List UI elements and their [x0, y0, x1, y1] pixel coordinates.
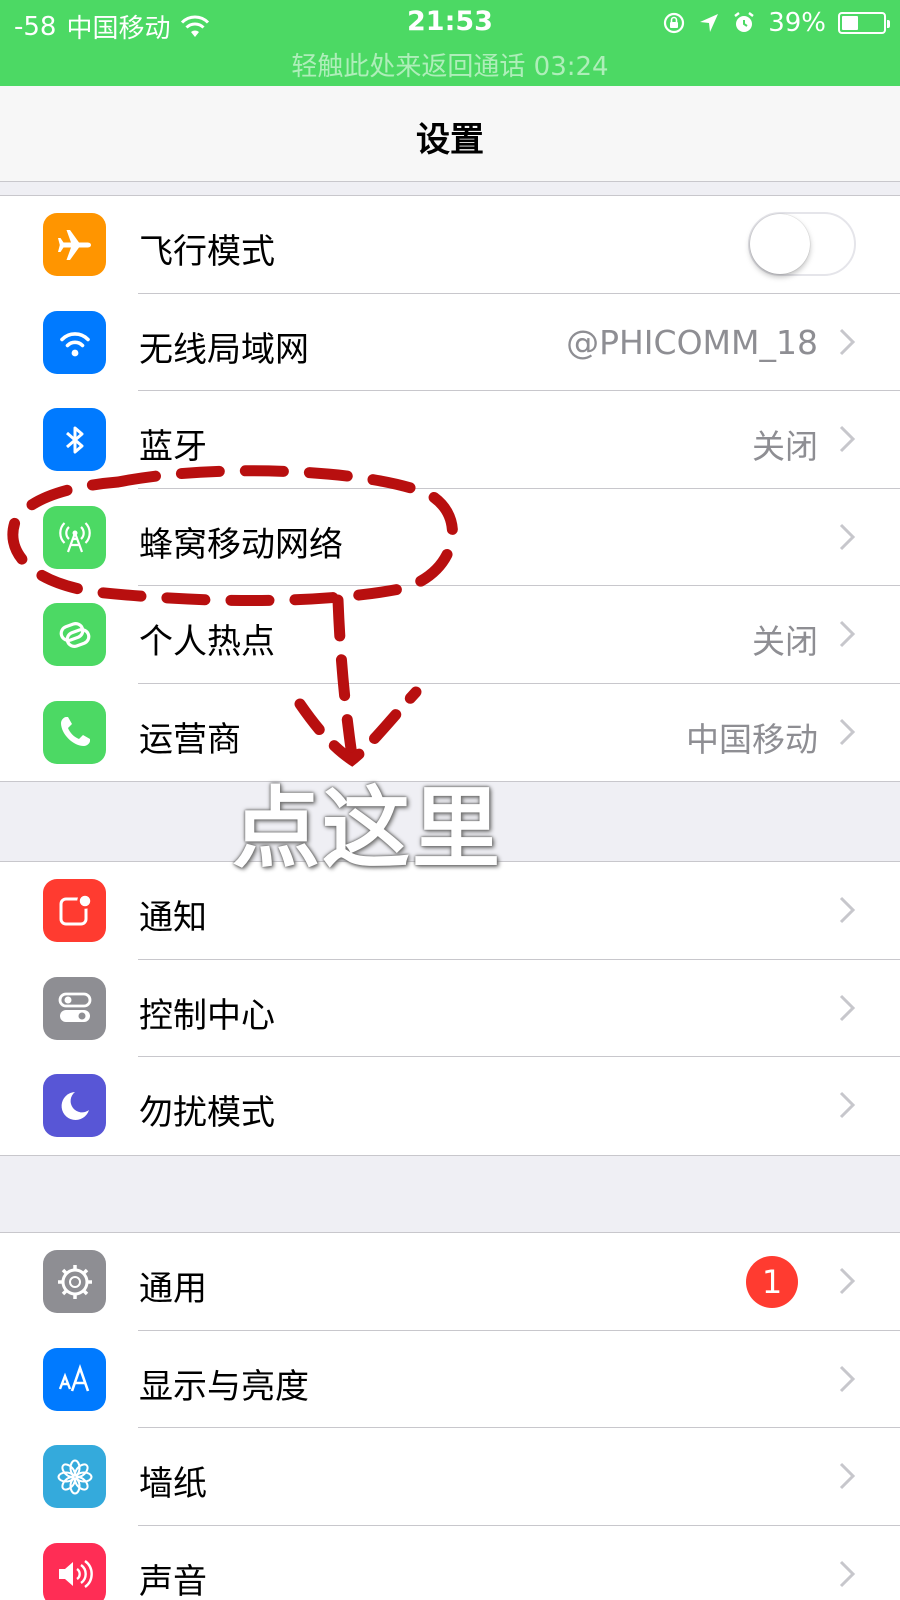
- phone-icon: [43, 700, 106, 764]
- row-label: 控制中心: [139, 995, 275, 1036]
- settings-row-sounds[interactable]: 声音: [0, 1526, 900, 1600]
- airplane-icon: [43, 213, 106, 276]
- row-value: @PHICOMM_18: [566, 322, 818, 362]
- chevron-right-icon: [839, 1365, 856, 1392]
- chevron-right-icon: [839, 620, 856, 648]
- chevron-right-icon: [839, 718, 856, 745]
- page-title: 设置: [416, 120, 484, 160]
- toggle-knob: [750, 214, 810, 274]
- chevron-right-icon: [839, 896, 856, 924]
- row-label: 蜂窝移动网络: [139, 524, 343, 565]
- hotspot-link-icon: [43, 603, 106, 666]
- annotation-callout-text: 点这里: [232, 777, 503, 880]
- notification-icon: [43, 879, 106, 942]
- row-label: 勿扰模式: [139, 1093, 275, 1133]
- row-value: 中国移动: [686, 719, 818, 759]
- settings-row-personal-hotspot[interactable]: 个人热点 关闭: [0, 586, 900, 684]
- settings-group-connectivity: 飞行模式 无线局域网 @PHICOMM_18 蓝牙 关闭 蜂窝移动网络 个人热点…: [0, 195, 900, 782]
- settings-row-general[interactable]: 通用 1: [0, 1233, 900, 1331]
- settings-row-do-not-disturb[interactable]: 勿扰模式: [0, 1057, 900, 1155]
- chevron-right-icon: [839, 328, 856, 355]
- settings-row-airplane-mode: 飞行模式: [0, 196, 900, 294]
- cellular-antenna-icon: [43, 505, 106, 569]
- wifi-icon: [43, 310, 106, 374]
- alarm-icon: [734, 12, 754, 32]
- moon-icon: [43, 1074, 106, 1137]
- chevron-right-icon: [839, 1560, 856, 1587]
- airplane-mode-toggle[interactable]: [748, 212, 856, 276]
- row-label: 蓝牙: [139, 427, 207, 467]
- settings-row-display-brightness[interactable]: 显示与亮度: [0, 1331, 900, 1428]
- row-label: 显示与亮度: [139, 1366, 309, 1407]
- chevron-right-icon: [839, 1267, 856, 1295]
- row-label: 通用: [139, 1269, 207, 1309]
- chevron-right-icon: [839, 994, 856, 1021]
- settings-row-bluetooth[interactable]: 蓝牙 关闭: [0, 391, 900, 489]
- navigation-bar: 设置: [0, 86, 900, 182]
- settings-row-wifi[interactable]: 无线局域网 @PHICOMM_18: [0, 294, 900, 391]
- battery-icon: [838, 12, 890, 34]
- text-size-icon: [43, 1347, 106, 1411]
- settings-row-wallpaper[interactable]: 墙纸: [0, 1428, 900, 1526]
- bluetooth-icon: [43, 408, 106, 471]
- battery-percent: 39%: [768, 8, 826, 38]
- row-value: 关闭: [752, 427, 818, 466]
- row-value: 关闭: [752, 622, 818, 661]
- location-arrow-icon: [700, 14, 719, 32]
- row-label: 通知: [139, 898, 207, 938]
- row-label: 墙纸: [139, 1464, 207, 1504]
- rotation-lock-icon: [664, 12, 685, 34]
- flower-icon: [43, 1445, 106, 1508]
- row-label: 声音: [139, 1561, 207, 1600]
- speaker-icon: [43, 1542, 106, 1600]
- chevron-right-icon: [839, 425, 856, 453]
- chevron-right-icon: [839, 523, 856, 550]
- settings-row-cellular[interactable]: 蜂窝移动网络: [0, 489, 900, 586]
- chevron-right-icon: [839, 1462, 856, 1490]
- row-label: 飞行模式: [139, 232, 275, 272]
- row-label: 无线局域网: [139, 329, 309, 370]
- status-bar: -58 中国移动 21:53 39% 轻触此处来返回通话 03:24: [0, 0, 900, 86]
- chevron-right-icon: [839, 1091, 856, 1119]
- settings-row-control-center[interactable]: 控制中心: [0, 960, 900, 1057]
- return-to-call-banner[interactable]: 轻触此处来返回通话 03:24: [0, 46, 900, 83]
- row-label: 个人热点: [139, 622, 275, 662]
- status-right: 39%: [662, 8, 890, 38]
- gear-icon: [43, 1250, 106, 1313]
- battery-level-fill: [842, 16, 858, 30]
- settings-group-general: 通用 1 显示与亮度 墙纸 声音: [0, 1232, 900, 1600]
- control-center-icon: [43, 976, 106, 1040]
- update-count-badge: 1: [746, 1256, 798, 1308]
- row-label: 运营商: [139, 719, 241, 760]
- settings-group-notifications: 通知 控制中心 勿扰模式: [0, 861, 900, 1156]
